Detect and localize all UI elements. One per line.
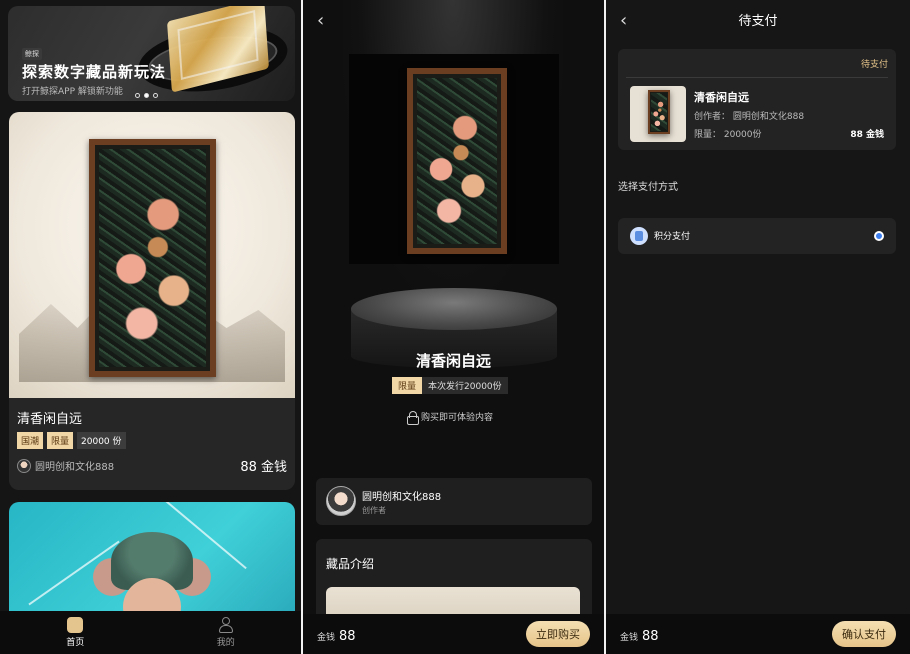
- peony-painting: [651, 93, 667, 131]
- badge-quantity: 20000 份: [77, 432, 126, 449]
- card-creator: 圆明创和文化888: [17, 458, 114, 473]
- banner-pagination: [135, 93, 158, 98]
- intro-panel: 藏品介绍: [316, 539, 592, 627]
- tab-home-label: 首页: [66, 638, 85, 648]
- painting-frame: [648, 90, 670, 134]
- creator-name: 圆明创和文化888: [35, 462, 115, 473]
- home-icon: [67, 617, 84, 633]
- unlock-hint: 购买即可体验内容: [407, 410, 494, 425]
- page-title: 待支付: [738, 14, 778, 29]
- card-badges: 国潮 限量 20000 份: [17, 432, 126, 449]
- intro-title: 藏品介绍: [326, 557, 375, 571]
- profile-icon: [218, 617, 233, 633]
- money-label: 金钱: [317, 632, 336, 643]
- bottom-tab-bar: 首页 我的: [0, 611, 301, 654]
- banner-subtitle: 打开鲸探APP 解锁新功能: [22, 87, 123, 97]
- confirm-bar: 金钱 88 确认支付: [606, 614, 910, 654]
- issue-count: 本次发行20000份: [422, 377, 508, 394]
- creator-name: 圆明创和文化888: [362, 492, 442, 503]
- card-price: 88 金钱: [240, 460, 287, 475]
- order-limit: 限量： 20000份: [694, 130, 762, 140]
- chevron-left-icon[interactable]: ‹: [317, 10, 324, 31]
- pedestal-top: [351, 288, 557, 330]
- buy-now-button[interactable]: 立即购买: [526, 621, 590, 647]
- badge-limited: 限量: [47, 432, 74, 449]
- pagination-dot[interactable]: [135, 93, 140, 98]
- tab-home[interactable]: 首页: [0, 611, 151, 654]
- pagination-dot[interactable]: [153, 93, 158, 98]
- order-item-name: 清香闲自远: [694, 91, 749, 104]
- issue-badges: 限量 本次发行20000份: [392, 377, 508, 394]
- badge-limited: 限量: [392, 377, 423, 394]
- balance: 金钱 88: [317, 625, 356, 644]
- peony-painting: [99, 149, 206, 367]
- peony-painting: [417, 78, 497, 244]
- order-status: 待支付: [860, 60, 888, 70]
- unlock-text: 购买即可体验内容: [421, 413, 494, 423]
- money-value: 88: [642, 628, 659, 644]
- collectible-card-2[interactable]: [9, 502, 295, 622]
- detail-screen: ‹ 清香闲自远 限量 本次发行20000份 购买即可体验内容 圆明创和文化888…: [303, 0, 604, 654]
- order-card: 待支付 清香闲自远 创作者： 圆明创和文化888 限量： 20000份 88 金…: [618, 49, 896, 150]
- purchase-bar: 金钱 88 立即购买: [303, 614, 604, 654]
- collectible-card[interactable]: 清香闲自远 国潮 限量 20000 份 圆明创和文化888 88 金钱: [9, 112, 295, 490]
- collectible-title: 清香闲自远: [415, 352, 491, 370]
- promo-banner[interactable]: 鲸探 探索数字藏品新玩法 打开鲸探APP 解锁新功能: [8, 6, 295, 101]
- card-title: 清香闲自远: [17, 412, 83, 427]
- creator-panel[interactable]: 圆明创和文化888 创作者: [316, 478, 592, 525]
- payment-method-name: 积分支付: [654, 232, 691, 242]
- screens-stage: 鲸探 探索数字藏品新玩法 打开鲸探APP 解锁新功能 清香闲自远 国潮 限量 2…: [0, 0, 910, 654]
- money-value: 88: [339, 628, 356, 644]
- artwork-showcase: [349, 54, 559, 264]
- home-screen: 鲸探 探索数字藏品新玩法 打开鲸探APP 解锁新功能 清香闲自远 国潮 限量 2…: [0, 0, 301, 654]
- divider: [626, 77, 888, 78]
- pagination-dot-active[interactable]: [144, 93, 149, 98]
- banner-title: 探索数字藏品新玩法: [22, 63, 167, 81]
- payment-option-points[interactable]: 积分支付: [618, 218, 896, 254]
- avatar: [326, 486, 356, 516]
- radio-selected[interactable]: [874, 231, 884, 241]
- order-thumbnail: [630, 86, 686, 142]
- banner-tag: 鲸探: [22, 48, 42, 60]
- card-info: 清香闲自远 国潮 限量 20000 份 圆明创和文化888 88 金钱: [9, 398, 295, 490]
- wallet-icon: [630, 227, 648, 245]
- tab-profile[interactable]: 我的: [151, 611, 302, 654]
- creator-role: 创作者: [362, 506, 386, 515]
- payment-screen: ‹ 待支付 待支付 清香闲自远 创作者： 圆明创和文化888 限量： 20000…: [606, 0, 910, 654]
- lock-icon: [407, 410, 419, 425]
- badge-guochao: 国潮: [17, 432, 44, 449]
- money-label: 金钱: [620, 632, 639, 643]
- card-artwork: [9, 112, 295, 398]
- balance: 金钱 88: [620, 625, 659, 644]
- avatar: [17, 458, 31, 473]
- confirm-payment-button[interactable]: 确认支付: [832, 621, 896, 647]
- order-creator: 创作者： 圆明创和文化888: [694, 112, 805, 122]
- painting-frame: [89, 139, 216, 377]
- tab-profile-label: 我的: [216, 638, 235, 648]
- payment-method-heading: 选择支付方式: [618, 182, 678, 193]
- cartoon-mouse-artwork: [93, 530, 211, 622]
- painting-frame: [407, 68, 507, 254]
- order-price: 88 金钱: [850, 130, 884, 140]
